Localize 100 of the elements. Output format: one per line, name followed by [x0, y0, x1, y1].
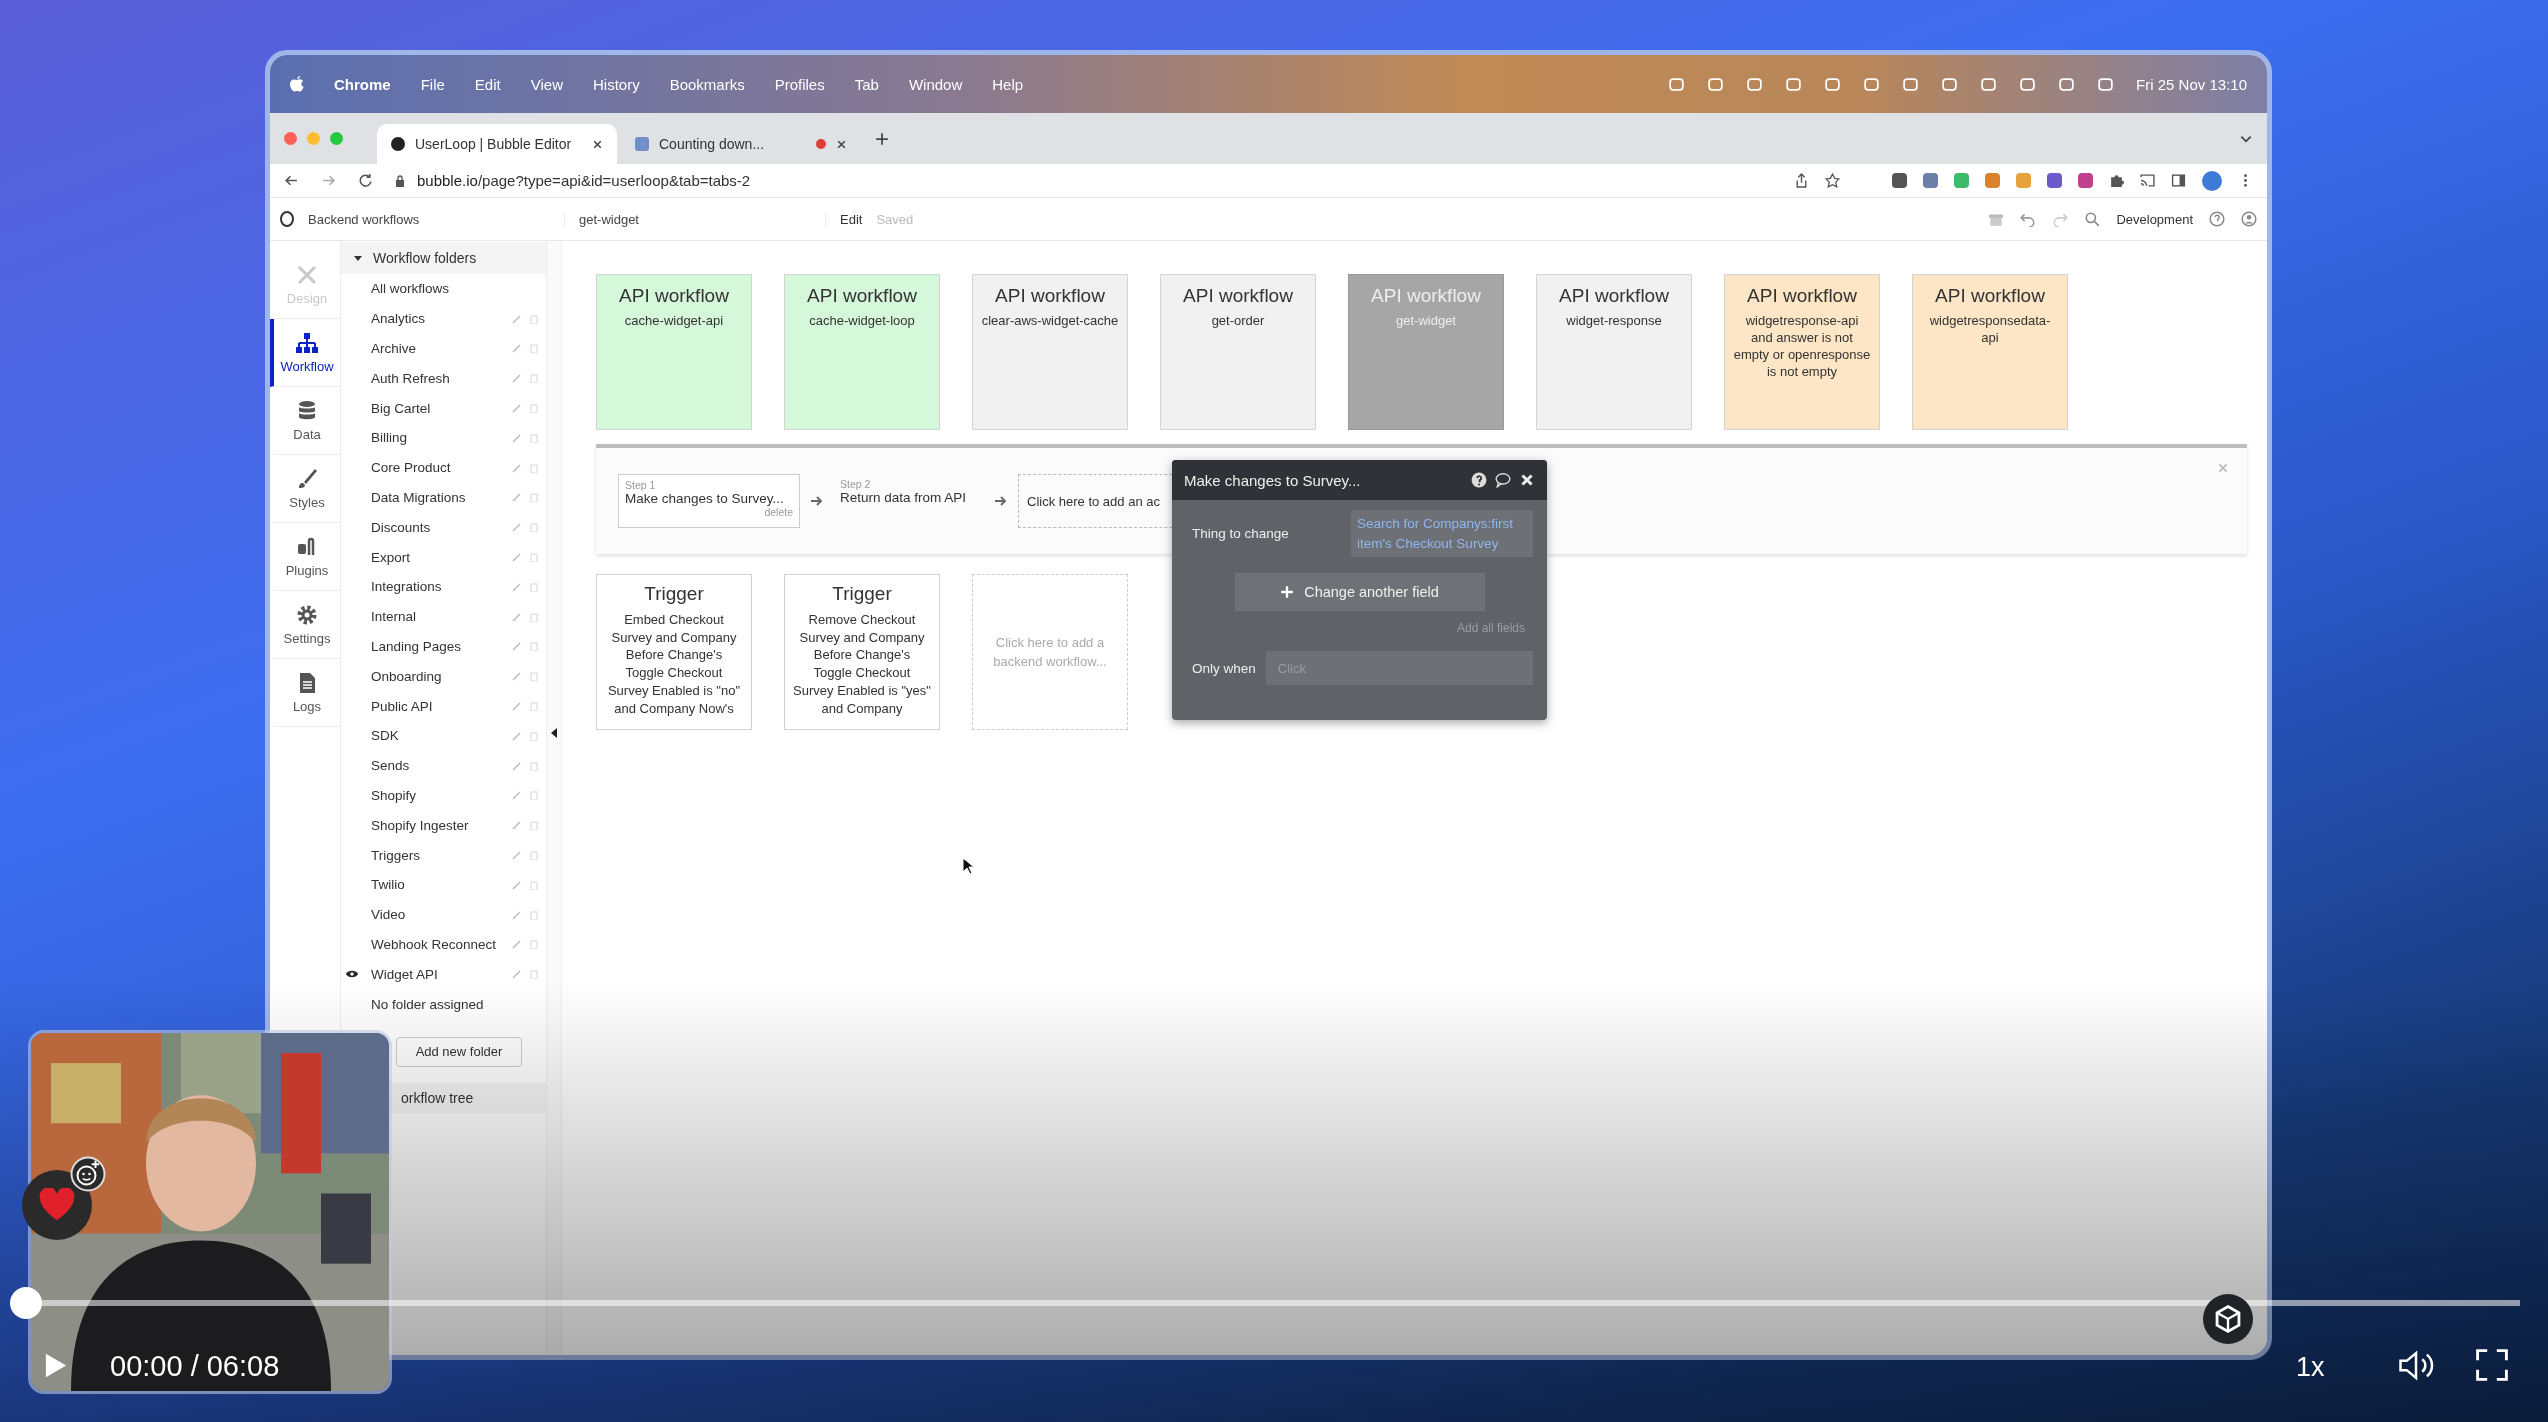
trash-icon[interactable]: [529, 730, 539, 741]
play-icon[interactable]: [44, 1352, 68, 1379]
folder-item[interactable]: SDK: [371, 728, 512, 744]
profile-avatar[interactable]: [2202, 170, 2222, 191]
trash-icon[interactable]: [529, 671, 539, 682]
extension-icon[interactable]: [2047, 173, 2062, 188]
eye-icon[interactable]: [345, 969, 359, 980]
folder-item[interactable]: Twilio: [371, 877, 512, 893]
trash-icon[interactable]: [529, 850, 539, 861]
trash-icon[interactable]: [529, 432, 539, 443]
pencil-icon[interactable]: [512, 820, 522, 831]
sidebar-icon[interactable]: [2171, 173, 2186, 188]
close-icon[interactable]: [836, 138, 847, 150]
pencil-icon[interactable]: [512, 969, 522, 980]
add-folder-button[interactable]: Add new folder: [396, 1036, 522, 1067]
trash-icon[interactable]: [529, 462, 539, 473]
browser-tab[interactable]: UserLoop | Bubble Editor: [377, 124, 617, 164]
menu-item[interactable]: Tab: [854, 75, 879, 93]
puzzle-icon[interactable]: [2109, 173, 2124, 188]
status-icon[interactable]: [1902, 75, 1920, 93]
address-bar[interactable]: bubble.io/page?type=api&id=userloop&tab=tabs-2: [395, 166, 1772, 195]
workflow-card[interactable]: API workflow widget-response: [1536, 274, 1692, 430]
trash-icon[interactable]: [529, 343, 539, 354]
folder-item[interactable]: Landing Pages: [371, 638, 512, 654]
trash-icon[interactable]: [529, 641, 539, 652]
pencil-icon[interactable]: [512, 403, 522, 414]
folder-item[interactable]: Integrations: [371, 579, 512, 595]
folder-item[interactable]: Internal: [371, 609, 512, 625]
pencil-icon[interactable]: [512, 313, 522, 324]
pencil-icon[interactable]: [512, 373, 522, 384]
reload-icon[interactable]: [358, 173, 373, 188]
add-reaction-icon[interactable]: [70, 1156, 106, 1192]
trash-icon[interactable]: [529, 701, 539, 712]
cast-icon[interactable]: [2140, 173, 2155, 188]
trash-icon[interactable]: [529, 313, 539, 324]
change-field-button[interactable]: Change another field: [1234, 573, 1485, 612]
menu-item[interactable]: Window: [908, 75, 963, 93]
folder-item[interactable]: Export: [371, 549, 512, 565]
trash-icon[interactable]: [529, 403, 539, 414]
pencil-icon[interactable]: [512, 730, 522, 741]
pencil-icon[interactable]: [512, 790, 522, 801]
page-dropdown[interactable]: Backend workflows: [308, 211, 565, 227]
star-icon[interactable]: [1825, 173, 1840, 188]
workflow-card[interactable]: API workflow get-order: [1160, 274, 1316, 430]
folder-item[interactable]: Big Cartel: [371, 400, 512, 416]
status-icon[interactable]: [1941, 75, 1959, 93]
extension-icon[interactable]: [1923, 173, 1938, 188]
back-icon[interactable]: [284, 173, 299, 188]
status-icon[interactable]: [2097, 75, 2115, 93]
workflow-card[interactable]: API workflow cache-widget-api: [596, 274, 752, 430]
folder-item[interactable]: Analytics: [371, 311, 512, 327]
folder-item[interactable]: Discounts: [371, 519, 512, 535]
status-icon[interactable]: [2058, 75, 2076, 93]
status-icon[interactable]: [1980, 75, 1998, 93]
workflow-step[interactable]: Step 2 Return data from API: [834, 474, 984, 528]
menu-item[interactable]: View: [530, 75, 563, 93]
menu-item[interactable]: Edit: [474, 75, 501, 93]
progress-handle[interactable]: [10, 1287, 42, 1319]
pencil-icon[interactable]: [512, 641, 522, 652]
trash-icon[interactable]: [529, 909, 539, 920]
gift-icon[interactable]: [1988, 211, 2005, 227]
trash-icon[interactable]: [529, 760, 539, 771]
app-menu[interactable]: Chrome: [334, 75, 391, 93]
speed-button[interactable]: 1x: [2296, 1352, 2325, 1383]
folder-item[interactable]: Auth Refresh: [371, 370, 512, 386]
folder-item[interactable]: Archive: [371, 341, 512, 356]
folder-item[interactable]: Core Product: [371, 460, 512, 476]
trash-icon[interactable]: [529, 611, 539, 622]
pencil-icon[interactable]: [512, 909, 522, 920]
pencil-icon[interactable]: [512, 939, 522, 950]
comment-icon[interactable]: [1495, 472, 1511, 488]
trash-icon[interactable]: [529, 939, 539, 950]
workflow-card[interactable]: API workflow cache-widget-loop: [784, 274, 940, 430]
folder-item[interactable]: Widget API: [371, 966, 512, 982]
cube-icon[interactable]: [2203, 1294, 2253, 1344]
pencil-icon[interactable]: [512, 522, 522, 533]
status-icon[interactable]: [2019, 75, 2037, 93]
pencil-icon[interactable]: [512, 492, 522, 503]
apple-logo-icon[interactable]: [290, 76, 304, 92]
status-icon[interactable]: [1824, 75, 1842, 93]
new-tab-icon[interactable]: [875, 131, 889, 146]
status-icon[interactable]: [1785, 75, 1803, 93]
clock[interactable]: Fri 25 Nov 13:10: [2136, 75, 2247, 93]
pencil-icon[interactable]: [512, 671, 522, 682]
pencil-icon[interactable]: [512, 432, 522, 443]
pencil-icon[interactable]: [512, 760, 522, 771]
bubble-logo-icon[interactable]: [280, 211, 294, 227]
trash-icon[interactable]: [529, 492, 539, 503]
volume-icon[interactable]: [2397, 1350, 2435, 1381]
forward-icon[interactable]: [321, 173, 336, 188]
trigger-card[interactable]: Trigger Remove Checkout Survey and Company Before Change's Toggle Checkout Survey Enabled is "yes" and Company: [784, 574, 940, 730]
workflow-step[interactable]: Step 1 Make changes to Survey... delete: [618, 474, 800, 528]
collapse-arrow-icon[interactable]: [551, 728, 557, 738]
help-icon[interactable]: [1471, 472, 1487, 488]
workflow-card[interactable]: API workflow widgetresponsedata-api: [1912, 274, 2068, 430]
folder-item[interactable]: No folder assigned: [371, 996, 546, 1012]
search-icon[interactable]: [2084, 211, 2101, 227]
folder-item[interactable]: Webhook Reconnect: [371, 936, 512, 952]
menu-item[interactable]: Bookmarks: [669, 75, 745, 93]
folder-item[interactable]: Billing: [371, 430, 512, 446]
